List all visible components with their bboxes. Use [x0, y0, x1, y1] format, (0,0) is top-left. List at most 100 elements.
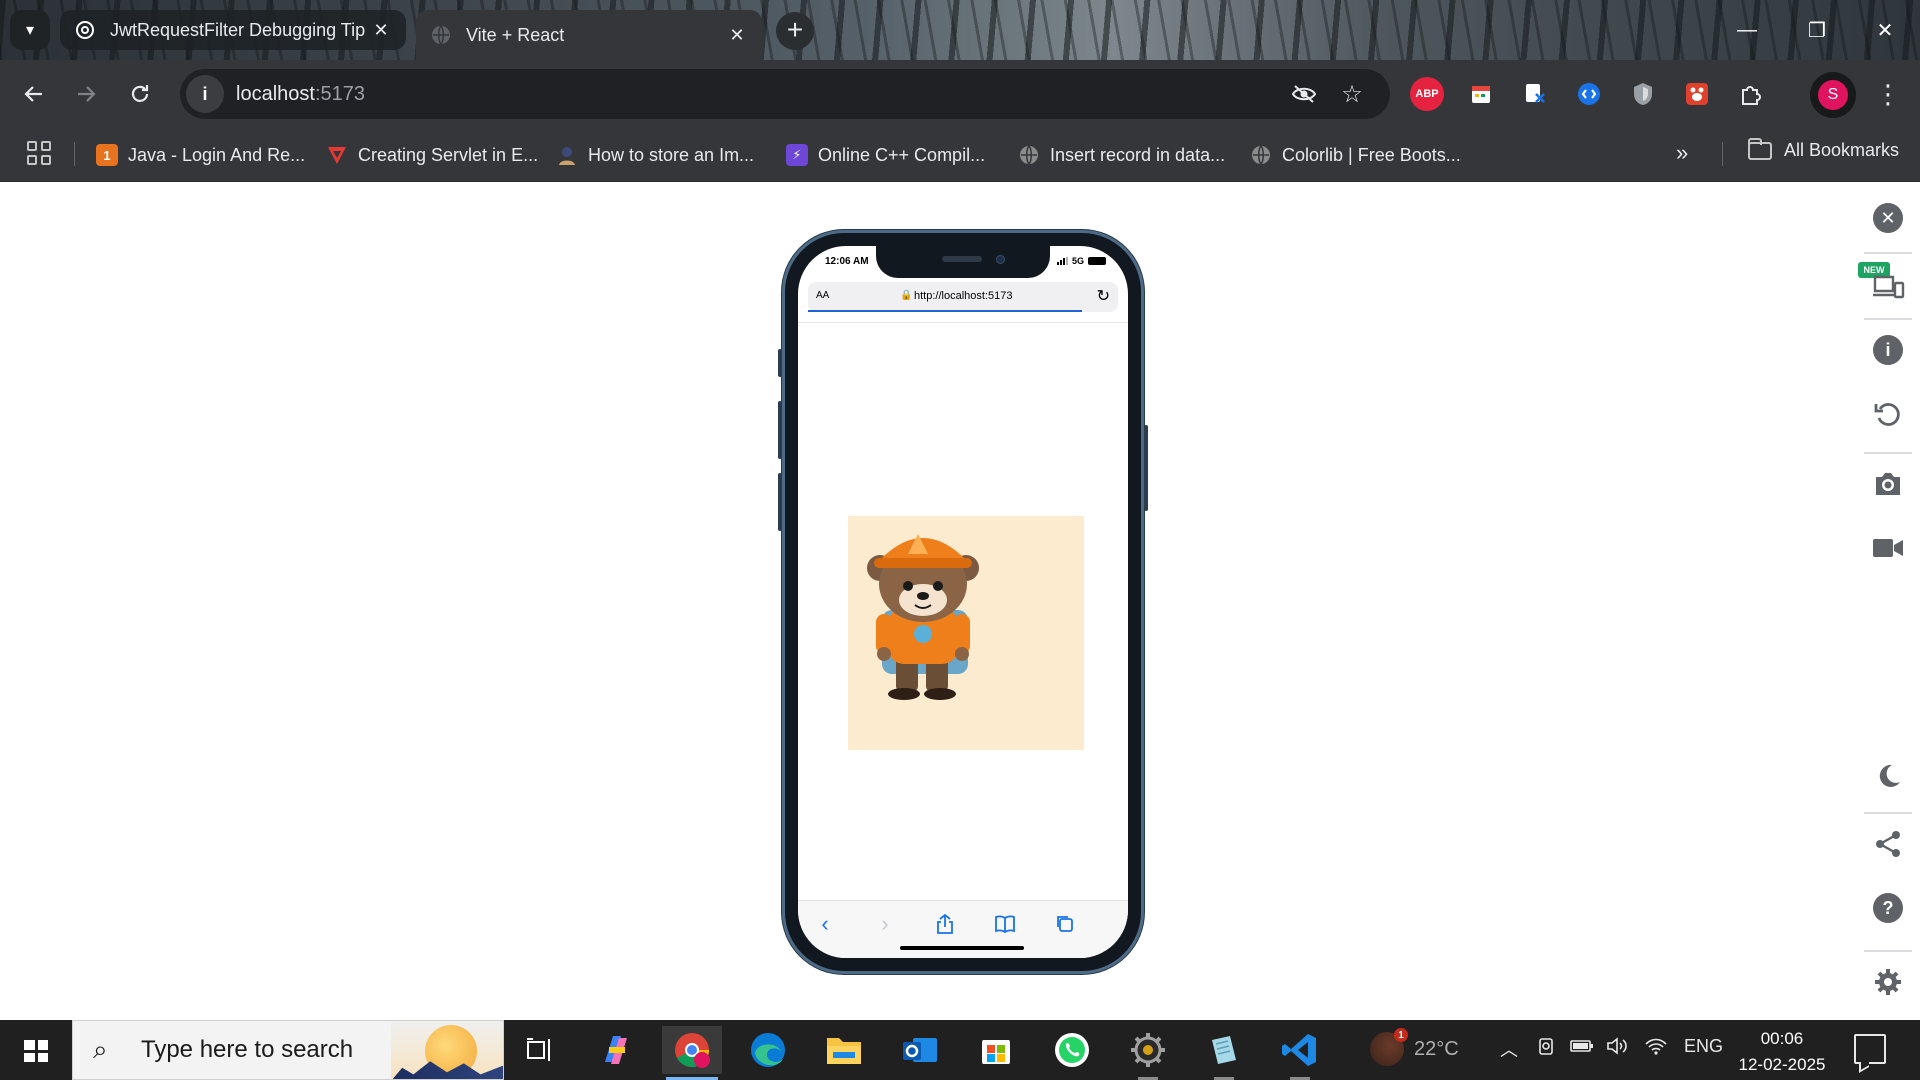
bookmark-colorlib[interactable]: Colorlib | Free Boots... [1250, 140, 1461, 170]
camera-icon [1876, 473, 1900, 495]
microsoft-store-icon[interactable] [966, 1026, 1026, 1074]
task-view-icon[interactable] [510, 1026, 570, 1074]
share-icon [1876, 831, 1900, 857]
bookmarks-book-icon[interactable] [990, 911, 1020, 937]
record-video-button[interactable] [1866, 526, 1910, 570]
dark-mode-button[interactable] [1866, 754, 1910, 798]
new-tab-button[interactable]: + [776, 12, 814, 50]
more-bookmarks-chevron-icon[interactable]: » [1676, 140, 1688, 166]
bookmark-icon: 1 [96, 144, 118, 166]
tab-search-button[interactable]: ▾ [10, 10, 50, 50]
chrome-taskbar-icon[interactable] [662, 1026, 722, 1080]
chevron-down-icon: ▾ [25, 22, 35, 39]
all-bookmarks-button[interactable]: All Bookmarks [1748, 137, 1899, 161]
outlook-icon[interactable] [890, 1026, 950, 1074]
close-icon: ✕ [1873, 203, 1903, 233]
windows-start-icon[interactable] [14, 1034, 58, 1068]
text-size-button[interactable]: AA [816, 290, 829, 301]
safari-forward-icon[interactable]: › [870, 911, 900, 937]
battery-icon[interactable] [1570, 1036, 1594, 1061]
reload-icon[interactable]: ↻ [1097, 286, 1110, 306]
language-indicator[interactable]: ENG [1684, 1036, 1723, 1057]
volume-down-button [778, 473, 782, 531]
safari-back-icon[interactable]: ‹ [810, 911, 840, 937]
shazam-icon[interactable] [1572, 77, 1606, 111]
address-port: :5173 [314, 82, 365, 105]
calendar-icon[interactable] [1464, 77, 1498, 111]
weather-badge: 1 [1394, 1028, 1408, 1042]
close-panel-button[interactable]: ✕ [1866, 196, 1910, 240]
weather-widget[interactable]: 1 22°C [1370, 1028, 1459, 1066]
share-button[interactable] [1866, 822, 1910, 866]
tab-jwt[interactable]: JwtRequestFilter Debugging Tip ✕ [60, 10, 406, 50]
help-button[interactable]: ? [1866, 886, 1910, 930]
bookmark-online-cpp[interactable]: ⚡ Online C++ Compil... [786, 140, 985, 170]
share-icon[interactable] [930, 911, 960, 937]
safari-url[interactable]: http://localhost:5173 [914, 290, 1012, 302]
taskbar-clock[interactable]: 00:06 12-02-2025 [1736, 1026, 1828, 1078]
windows-taskbar: ⌕ Type here to search 1 22°C ︿ ENG 00:06… [0, 1020, 1920, 1080]
abp-icon[interactable]: ABP [1410, 77, 1444, 111]
excel-close-icon[interactable] [1518, 77, 1552, 111]
bookmark-icon [556, 144, 578, 166]
taskbar-search-box[interactable]: ⌕ Type here to search [72, 1020, 504, 1080]
star-icon[interactable]: ☆ [1338, 80, 1366, 108]
vscode-icon[interactable] [1270, 1026, 1330, 1080]
eye-slash-icon[interactable] [1290, 80, 1318, 108]
notes-app-icon[interactable] [1194, 1026, 1254, 1080]
safari-address-bar[interactable]: AA 🔒 http://localhost:5173 ↻ [808, 282, 1118, 312]
more-menu-icon[interactable]: ⋮ [1872, 78, 1904, 110]
reload-button[interactable] [120, 74, 160, 114]
site-info-icon[interactable]: i [186, 75, 224, 113]
bookmark-insert-record[interactable]: Insert record in data... [1018, 140, 1225, 170]
notification-center-icon[interactable] [1854, 1034, 1886, 1064]
tab-vite-react[interactable]: Vite + React ✕ [416, 10, 762, 60]
close-window-button[interactable]: ✕ [1862, 8, 1908, 52]
devices-icon [1873, 275, 1905, 299]
signal-icon [1056, 257, 1068, 265]
rotate-button[interactable] [1866, 392, 1910, 436]
settings-button[interactable] [1866, 960, 1910, 1004]
back-button[interactable] [14, 74, 54, 114]
bookmark-icon: ⚡ [786, 144, 808, 166]
page-load-progress [808, 310, 1082, 312]
arrow-right-icon [78, 86, 96, 102]
bookmark-store-image[interactable]: How to store an Im... [556, 140, 754, 170]
search-icon: ⌕ [93, 1034, 108, 1064]
bookmark-creating-servlet[interactable]: Creating Servlet in E... [326, 140, 538, 170]
edge-icon[interactable] [738, 1026, 798, 1074]
clock-date: 12-02-2025 [1738, 1055, 1826, 1074]
weather-icon: 1 [1370, 1028, 1408, 1066]
divider [1722, 142, 1723, 166]
paw-icon[interactable] [1680, 77, 1714, 111]
bookmark-java-login[interactable]: 1 Java - Login And Re... [96, 140, 305, 170]
settings-gear-app-icon[interactable] [1118, 1026, 1178, 1080]
tabs-overview-icon[interactable] [1050, 911, 1080, 937]
restore-button[interactable]: ❐ [1794, 8, 1840, 52]
screenshot-button[interactable] [1866, 462, 1910, 506]
info-button[interactable]: i [1866, 328, 1910, 372]
address-bar[interactable]: i localhost:5173 ☆ [180, 69, 1390, 119]
close-icon[interactable]: ✕ [726, 25, 748, 46]
address-host: localhost [236, 82, 315, 105]
bookmark-label: Colorlib | Free Boots... [1282, 144, 1461, 165]
forward-button[interactable] [66, 74, 106, 114]
copilot-icon[interactable] [586, 1026, 646, 1074]
puzzle-icon[interactable] [1734, 77, 1768, 111]
divider [1864, 452, 1912, 454]
apps-grid-icon[interactable] [24, 138, 54, 168]
whatsapp-icon[interactable] [1042, 1026, 1102, 1074]
shield-icon[interactable] [1626, 77, 1660, 111]
file-explorer-icon[interactable] [814, 1026, 874, 1074]
device-layout-button[interactable] [1866, 264, 1910, 308]
minimize-button[interactable]: — [1724, 8, 1770, 52]
battery-icon [1088, 257, 1106, 265]
profile-button[interactable]: S [1810, 72, 1856, 118]
meet-now-icon[interactable] [1536, 1036, 1556, 1061]
camera-icon [996, 255, 1005, 264]
close-icon[interactable]: ✕ [370, 20, 392, 41]
wifi-icon[interactable] [1644, 1036, 1668, 1061]
chevron-up-icon[interactable]: ︿ [1500, 1036, 1518, 1062]
address-text[interactable]: localhost:5173 [236, 83, 365, 106]
speaker-icon[interactable] [1606, 1036, 1630, 1061]
